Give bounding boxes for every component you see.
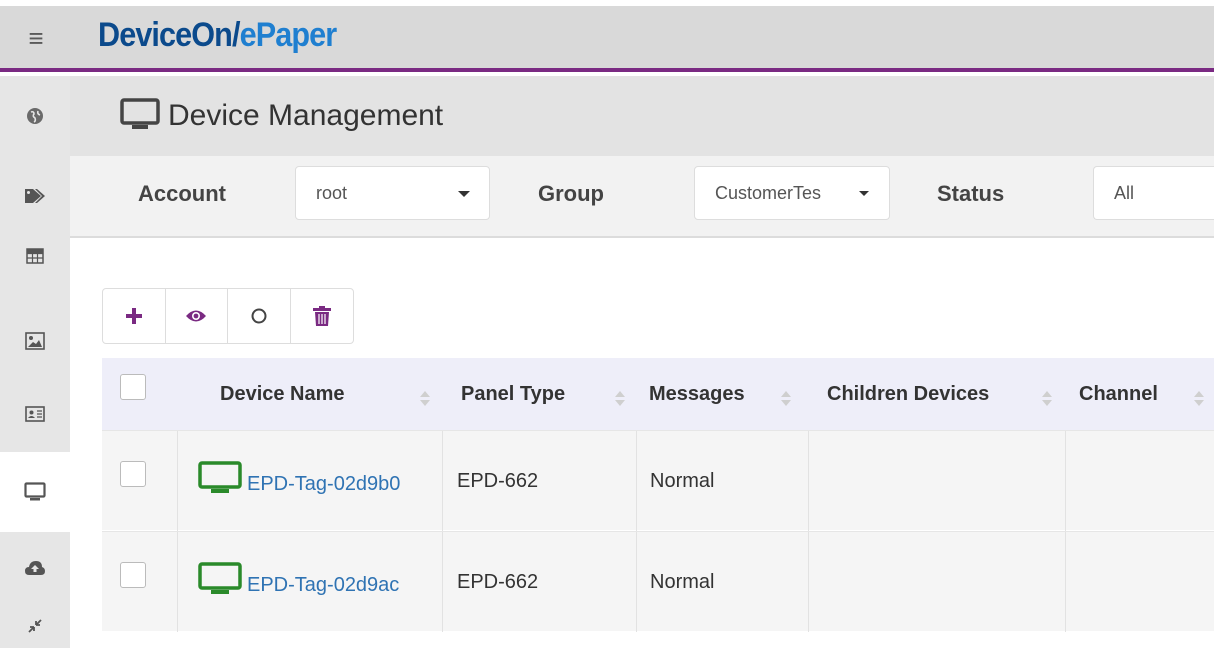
column-header-panel-type[interactable]: Panel Type — [461, 382, 565, 406]
action-toolbar — [102, 288, 354, 344]
chevron-down-icon — [859, 191, 869, 196]
sidebar-item-upload[interactable] — [0, 528, 70, 608]
table-row[interactable]: EPD-Tag-02d9ac EPD-662 Normal — [102, 531, 1214, 632]
status-button[interactable] — [228, 289, 291, 343]
column-header-messages[interactable]: Messages — [649, 382, 745, 406]
group-select[interactable]: CustomerTes — [694, 166, 890, 220]
status-value: All — [1114, 183, 1135, 203]
circle-icon — [251, 308, 267, 324]
logo-part-1: DeviceOn/ — [98, 16, 240, 54]
monitor-icon — [120, 98, 160, 129]
cell-divider — [177, 431, 178, 531]
trash-icon — [312, 306, 331, 326]
cell-divider — [636, 431, 637, 531]
sidebar-item-image[interactable] — [0, 301, 70, 381]
column-header-channel[interactable]: Channel — [1079, 382, 1158, 406]
cell-divider — [442, 532, 443, 632]
page-header: Device Management — [70, 76, 1214, 156]
cell-divider — [177, 532, 178, 632]
cell-divider — [636, 532, 637, 632]
column-header-device-name[interactable]: Device Name — [220, 382, 345, 406]
image-icon — [25, 332, 45, 350]
group-label: Group — [538, 181, 604, 206]
device-name-link[interactable]: EPD-Tag-02d9b0 — [247, 472, 400, 496]
cell-divider — [1065, 532, 1066, 632]
add-device-button[interactable] — [103, 289, 166, 343]
cell-divider — [1065, 431, 1066, 531]
filter-bar: Account root Group CustomerTes Status Al… — [70, 156, 1214, 238]
messages-cell: Normal — [650, 470, 715, 492]
cell-divider — [808, 431, 809, 531]
status-label: Status — [937, 181, 1005, 206]
eye-icon — [186, 310, 207, 322]
messages-cell: Normal — [650, 571, 715, 593]
panel-type-cell: EPD-662 — [457, 571, 539, 593]
table-icon — [26, 248, 44, 264]
chevron-down-icon — [458, 191, 470, 197]
id-card-icon — [25, 406, 45, 422]
sidebar-item-devices[interactable] — [0, 452, 70, 532]
menu-icon[interactable]: ≡ — [8, 16, 64, 60]
account-select[interactable]: root — [295, 166, 490, 220]
status-select[interactable]: All — [1093, 166, 1214, 220]
column-header-children-devices[interactable]: Children Devices — [827, 382, 989, 406]
tags-icon — [25, 189, 45, 203]
sidebar-item-contacts[interactable] — [0, 374, 70, 454]
sidebar-item-compress[interactable] — [0, 601, 70, 651]
view-button[interactable] — [166, 289, 228, 343]
select-all-checkbox[interactable] — [120, 374, 146, 400]
delete-button[interactable] — [291, 289, 354, 343]
account-label: Account — [138, 181, 226, 206]
monitor-icon — [24, 482, 46, 501]
row-checkbox[interactable] — [120, 562, 146, 588]
app-logo[interactable]: DeviceOn/ePaper — [98, 12, 338, 58]
sidebar — [0, 76, 70, 648]
sidebar-item-globe[interactable] — [0, 76, 70, 156]
row-checkbox[interactable] — [120, 461, 146, 487]
plus-icon — [125, 308, 142, 324]
account-value: root — [316, 183, 348, 203]
group-value: CustomerTes — [715, 183, 822, 203]
logo-part-2: ePaper — [239, 16, 338, 54]
globe-icon — [27, 108, 43, 124]
cell-divider — [808, 532, 809, 632]
cell-divider — [442, 431, 443, 531]
compress-icon — [28, 619, 42, 633]
table-header: Device Name Panel Type Messages Children… — [102, 358, 1214, 430]
top-bar: ≡ DeviceOn/ePaper — [0, 0, 1214, 72]
panel-type-cell: EPD-662 — [457, 470, 539, 492]
monitor-icon — [198, 562, 242, 594]
cloud-upload-icon — [25, 561, 45, 575]
device-name-link[interactable]: EPD-Tag-02d9ac — [247, 573, 399, 597]
sidebar-item-table[interactable] — [0, 221, 70, 291]
monitor-icon — [198, 461, 242, 493]
table-row[interactable]: EPD-Tag-02d9b0 EPD-662 Normal — [102, 430, 1214, 531]
page-title: Device Management — [168, 99, 444, 132]
